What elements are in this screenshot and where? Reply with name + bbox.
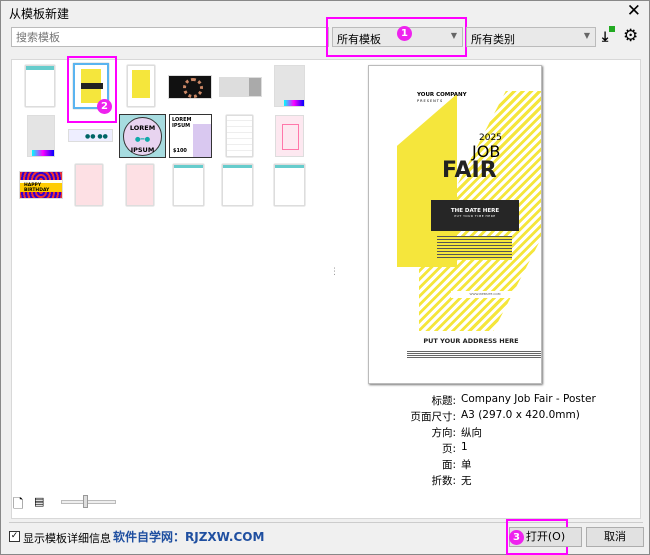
template-thumb[interactable] (274, 65, 305, 107)
show-details-label: 显示模板详细信息 (23, 532, 111, 545)
new-document-icon[interactable]: 🗋 (13, 495, 23, 517)
template-thumb[interactable] (127, 65, 155, 107)
template-preview: YOUR COMPANY PRESENTS 2025 JOB FAIR THE … (368, 65, 542, 384)
gear-icon[interactable]: ⚙ (623, 26, 638, 46)
template-thumb[interactable] (275, 115, 304, 157)
step-badge-1: 1 (397, 26, 412, 41)
step-badge-2: 2 (97, 99, 112, 114)
template-settings-icon[interactable]: ▤ (34, 495, 44, 508)
preview-fair: FAIR (442, 158, 497, 183)
preview-address: PUT YOUR ADDRESS HERE (423, 337, 519, 345)
download-icon[interactable]: ⤓ (602, 26, 615, 45)
detail-value: Company Job Fair - Poster (461, 393, 596, 405)
chevron-down-icon: ▼ (583, 31, 590, 40)
detail-label: 页: (441, 443, 456, 455)
splitter-handle[interactable]: ⋮ (330, 267, 339, 277)
preview-presents: PRESENTS (417, 99, 444, 103)
detail-value: 纵向 (461, 427, 482, 439)
templates-dropdown-value: 所有模板 (337, 33, 381, 46)
detail-label: 折数: (431, 475, 456, 487)
detail-label: 页面尺寸: (410, 411, 456, 423)
watermark-text: 软件自学网：RJZXW.COM (113, 530, 265, 544)
chevron-down-icon: ▼ (450, 31, 457, 40)
template-thumb[interactable] (226, 115, 253, 157)
template-thumb[interactable] (274, 164, 305, 206)
thumb-text: IPSUM (130, 146, 155, 154)
detail-label: 面: (441, 459, 456, 471)
template-thumb[interactable]: LOREM IPSUM $100 (169, 114, 212, 158)
detail-value: 单 (461, 459, 472, 471)
close-icon[interactable]: ✕ (627, 1, 641, 21)
window-title: 从模板新建 (9, 7, 70, 21)
step-badge-3: 3 (509, 530, 524, 545)
detail-value: 1 (461, 441, 468, 453)
preview-website: WWW.WEBSITE.COM (451, 291, 519, 298)
template-thumb[interactable] (126, 164, 154, 206)
template-thumb[interactable] (173, 164, 204, 206)
template-thumb[interactable] (27, 115, 55, 157)
template-thumb[interactable] (168, 75, 212, 99)
template-thumb[interactable] (222, 164, 253, 206)
detail-label: 标题: (431, 395, 456, 407)
search-input[interactable] (11, 27, 329, 47)
template-thumb[interactable]: LOREM ●━● IPSUM (119, 114, 166, 158)
detail-value: A3 (297.0 x 420.0mm) (461, 409, 580, 421)
template-thumb[interactable] (219, 77, 262, 97)
template-thumb[interactable]: ●● ●● (68, 129, 113, 142)
zoom-slider[interactable] (61, 495, 116, 508)
template-thumb[interactable]: HAPPY BIRTHDAY (19, 171, 63, 199)
thumb-text: $100 (173, 148, 187, 154)
template-thumb[interactable] (25, 65, 55, 107)
detail-value: 无 (461, 475, 472, 487)
cancel-button[interactable]: 取消 (586, 527, 644, 547)
show-details-checkbox[interactable]: ✓ (9, 531, 20, 542)
detail-label: 方向: (431, 427, 456, 439)
open-button-label: 打开(O) (525, 530, 566, 543)
categories-dropdown[interactable]: 所有类别 ▼ (466, 27, 596, 47)
thumb-text: LOREM (129, 124, 156, 132)
categories-dropdown-value: 所有类别 (471, 33, 515, 46)
preview-company: YOUR COMPANY (417, 92, 467, 98)
template-thumb[interactable] (75, 164, 103, 206)
template-panel (11, 59, 641, 519)
preview-time: PUT YOUR TIME HERE (454, 214, 496, 218)
